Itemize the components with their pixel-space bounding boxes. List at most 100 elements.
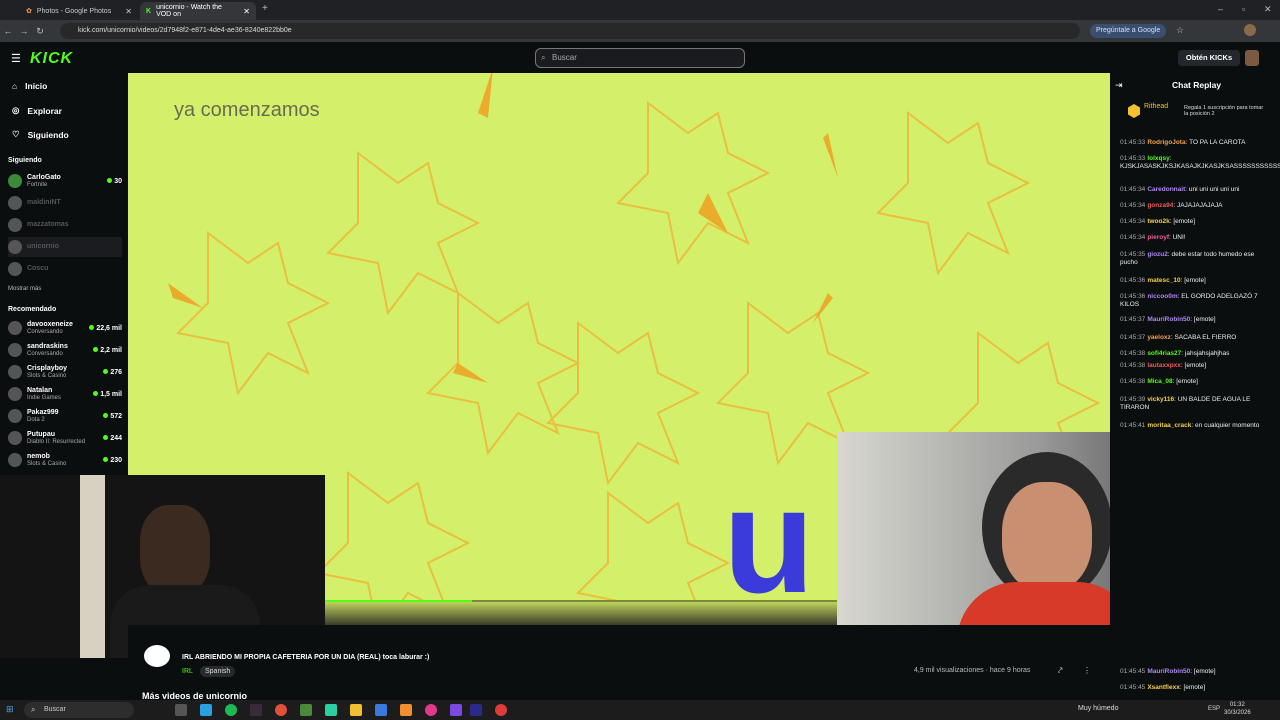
avatar — [8, 240, 22, 254]
chat-username[interactable]: matesc_10 — [1147, 277, 1180, 284]
chat-text: TO PA LA CAROTA — [1189, 139, 1246, 146]
maximize-icon[interactable]: ▫ — [1242, 4, 1245, 14]
chat-username[interactable]: vicky116 — [1147, 396, 1174, 403]
nav-explore[interactable]: ◎ Explorar — [12, 105, 62, 116]
minimize-icon[interactable]: – — [1218, 4, 1223, 14]
chat-username[interactable]: lautaxxpxx — [1147, 362, 1181, 369]
profile-avatar[interactable] — [1244, 24, 1256, 36]
chat-username[interactable]: twoo2k — [1147, 218, 1169, 225]
app-icon[interactable] — [375, 704, 387, 716]
live-dot-icon — [103, 412, 109, 418]
sidebar-channel[interactable]: Crisplayboy Slots & Casino 276 — [8, 362, 122, 382]
channel-name: Coscu — [27, 265, 49, 272]
chat-username[interactable]: Xsantfiexx — [1147, 684, 1180, 691]
sidebar-channel[interactable]: CarloGato Fortnite 30 — [8, 171, 122, 191]
chat-username[interactable]: giozu2 — [1147, 251, 1168, 258]
chat-username[interactable]: RodrigoJota — [1147, 139, 1185, 146]
forward-icon[interactable]: → — [16, 26, 32, 36]
sidebar-channel[interactable]: maldiniNT — [8, 193, 122, 213]
menu-icon[interactable]: ☰ — [11, 52, 21, 65]
chat-username[interactable]: sofi4rias27 — [1147, 350, 1181, 357]
sidebar-channel[interactable]: Natalan Indie Games 1,5 mil — [8, 384, 122, 404]
share-icon[interactable]: ⤤ — [1058, 666, 1063, 676]
nav-following[interactable]: ♡ Siguiendo — [12, 129, 69, 140]
chat-username[interactable]: MauriRobin50 — [1147, 316, 1190, 323]
chat-username[interactable]: MauriRobin50 — [1147, 668, 1190, 675]
windows-start-icon[interactable]: ⊞ — [6, 704, 14, 715]
premiere-icon[interactable] — [470, 704, 482, 716]
channel-name: davooxeneize — [27, 321, 73, 328]
clock[interactable]: 01:32 30/3/2026 — [1224, 701, 1251, 717]
chat-message: 01:45:36 matesc_10: [emote] — [1120, 277, 1268, 285]
app-icon[interactable] — [450, 704, 462, 716]
language-indicator[interactable]: ESP — [1208, 706, 1220, 712]
app-icon[interactable] — [400, 704, 412, 716]
chat-username[interactable]: Caredonnait — [1147, 186, 1185, 193]
task-view-icon[interactable] — [175, 704, 187, 716]
chat-username[interactable]: niccoo0m — [1147, 293, 1177, 300]
sidebar-channel[interactable]: nemob Slots & Casino 230 — [8, 450, 122, 470]
chat-username[interactable]: pieroyf — [1147, 234, 1169, 241]
chat-username[interactable]: moritaa_crack — [1147, 422, 1191, 429]
url-text: kick.com/unicornio/videos/2d7948f2-e871-… — [78, 27, 292, 34]
user-avatar[interactable] — [1245, 50, 1259, 66]
sidebar-channel[interactable]: sandraskins Conversando 2,2 mil — [8, 340, 122, 360]
taskbar-search[interactable]: ⌕ Buscar — [24, 702, 134, 718]
sidebar-channel[interactable]: davooxeneize Conversando 22,6 mil — [8, 318, 122, 338]
sidebar-channel[interactable]: unicornio — [8, 237, 122, 257]
tab-google-photos[interactable]: ✿ Photos - Google Photos ✕ — [20, 2, 138, 20]
chat-username[interactable]: gonza94 — [1147, 202, 1173, 209]
chat-username[interactable]: Mica_08 — [1147, 378, 1172, 385]
close-icon[interactable]: ✕ — [243, 7, 250, 16]
more-options-icon[interactable]: ⋮ — [1083, 666, 1091, 675]
app-icon[interactable] — [325, 704, 337, 716]
sidebar-channel[interactable]: Putupau Diablo II: Resurrected 244 — [8, 428, 122, 448]
channel-name: sandraskins — [27, 343, 68, 350]
live-dot-icon — [93, 390, 99, 396]
close-icon[interactable]: ✕ — [125, 7, 132, 16]
nav-home[interactable]: ⌂ Inicio — [12, 81, 47, 91]
language-tag[interactable]: Spanish — [200, 666, 236, 677]
chrome-icon[interactable] — [275, 704, 287, 716]
chat-text: en cualquier momento — [1195, 422, 1260, 429]
get-kicks-label: Obtén KICKs — [1185, 53, 1233, 62]
pinned-gift-banner[interactable]: Rithead Regala 1 suscripción para tomar … — [1118, 100, 1268, 126]
sidebar-channel[interactable]: Coscu — [8, 259, 122, 279]
app-icon[interactable] — [495, 704, 507, 716]
chat-text: jahsjahsjahjhas — [1184, 350, 1230, 357]
channel-game: Fortnite — [27, 182, 48, 188]
get-kicks-button[interactable]: Obtén KICKs — [1178, 50, 1240, 66]
kick-logo[interactable]: KICK — [30, 50, 73, 68]
search-input[interactable]: ⌕ Buscar — [535, 48, 745, 68]
spotify-icon[interactable] — [225, 704, 237, 716]
app-icon[interactable] — [200, 704, 212, 716]
address-bar: ← → ↻ kick.com/unicornio/videos/2d7948f2… — [0, 20, 1280, 42]
sidebar-channel[interactable]: Pakaz999 Dota 2 572 — [8, 406, 122, 426]
app-icon[interactable] — [300, 704, 312, 716]
avatar — [8, 218, 22, 232]
viewer-count: 1,5 mil — [100, 390, 122, 398]
avatar — [8, 409, 22, 423]
avatar — [8, 453, 22, 467]
star-icon[interactable]: ☆ — [1176, 25, 1184, 36]
show-more-link[interactable]: Mostrar más — [8, 286, 41, 292]
folder-icon[interactable] — [350, 704, 362, 716]
category-link[interactable]: IRL — [182, 668, 193, 675]
app-icon[interactable] — [250, 704, 262, 716]
chat-timestamp: 01:45:38 — [1120, 350, 1146, 357]
avatar — [8, 262, 22, 276]
weather-widget[interactable]: Muy húmedo — [1078, 705, 1118, 712]
ask-google-button[interactable]: Pregúntale a Google — [1090, 24, 1167, 38]
chat-username[interactable]: yaeloxz — [1147, 334, 1171, 341]
back-icon[interactable]: ← — [0, 26, 16, 36]
tab-kick[interactable]: Kunicornio - Watch the VOD on ✕ — [140, 2, 256, 20]
app-icon[interactable] — [425, 704, 437, 716]
channel-avatar[interactable] — [142, 643, 172, 669]
new-tab-button[interactable]: + — [262, 3, 268, 14]
sidebar-channel[interactable]: mazzatomas — [8, 215, 122, 235]
collapse-chat-icon[interactable]: ⇥ — [1115, 80, 1123, 91]
chat-username[interactable]: lolxqsy — [1147, 155, 1169, 162]
close-window-icon[interactable]: ✕ — [1264, 4, 1272, 15]
reload-icon[interactable]: ↻ — [32, 26, 48, 37]
url-field[interactable]: kick.com/unicornio/videos/2d7948f2-e871-… — [60, 23, 1080, 39]
